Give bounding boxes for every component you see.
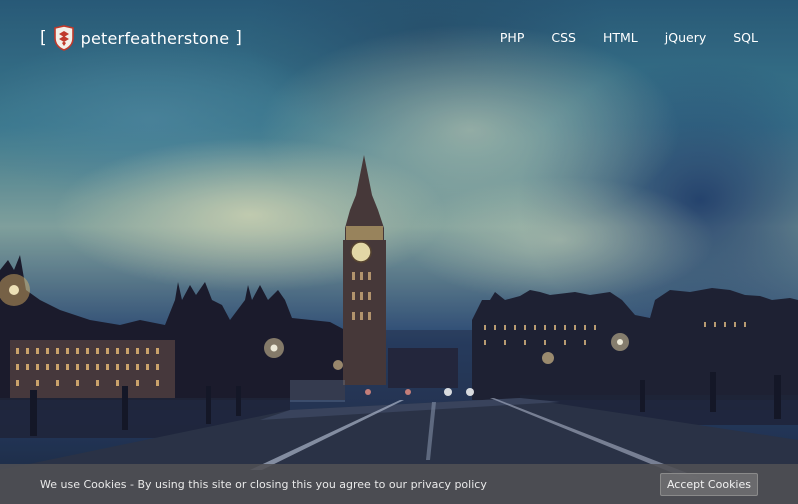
nav-item-jquery[interactable]: jQuery [665, 28, 706, 48]
brand-close-bracket: ] [235, 28, 242, 48]
nav-item-css[interactable]: CSS [551, 28, 576, 48]
brand-open-bracket: [ [40, 28, 47, 48]
site-header: [ peterfeatherstone ] PHP CSS HTML jQuer… [0, 0, 798, 76]
accept-cookies-button[interactable]: Accept Cookies [659, 472, 758, 496]
nav-item-php[interactable]: PHP [500, 28, 524, 48]
nav-item-html[interactable]: HTML [603, 28, 638, 48]
brand-name: peterfeatherstone [80, 28, 230, 48]
brand-link[interactable]: [ peterfeatherstone ] [40, 24, 242, 52]
nav-item-sql[interactable]: SQL [733, 28, 758, 48]
cookie-message: We use Cookies - By using this site or c… [40, 477, 487, 491]
cookie-bar: We use Cookies - By using this site or c… [0, 464, 798, 504]
main-nav: PHP CSS HTML jQuery SQL [473, 28, 758, 48]
shield-crest-icon [53, 25, 75, 51]
